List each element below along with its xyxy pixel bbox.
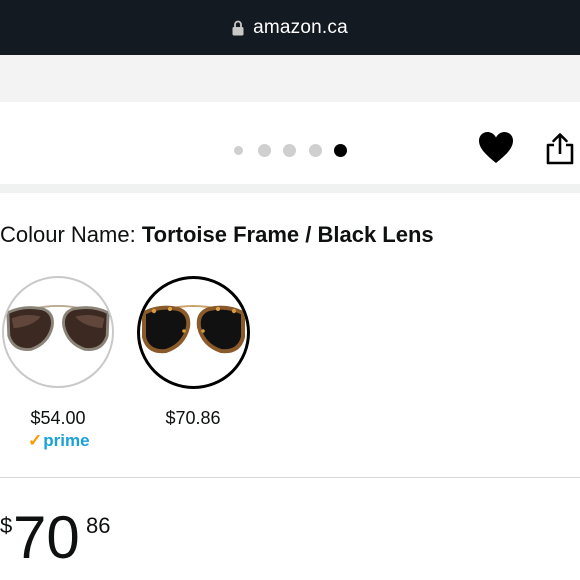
colour-value: Tortoise Frame / Black Lens <box>141 222 434 247</box>
url-text: amazon.ca <box>253 16 348 38</box>
url-display[interactable]: amazon.ca <box>0 0 580 55</box>
price-whole: 70 <box>13 504 80 571</box>
swatch-price: $70.86 <box>165 408 221 428</box>
price-fraction: 86 <box>86 513 111 538</box>
price-currency: $ <box>0 513 13 538</box>
pagination-dot-active[interactable] <box>334 144 347 157</box>
browser-address-bar[interactable]: amazon.ca <box>0 0 580 55</box>
sunglasses-tortoise-black-image <box>142 305 245 354</box>
colour-label: Colour Name: <box>0 222 142 247</box>
prime-check-icon: ✓ <box>28 431 43 450</box>
section-divider <box>0 477 580 478</box>
pagination-dot[interactable] <box>309 144 322 157</box>
sunglasses-brown-image <box>6 305 110 352</box>
prime-badge: ✓prime <box>28 431 90 451</box>
share-icon[interactable] <box>545 132 575 166</box>
colour-name-line: Colour Name: Tortoise Frame / Black Lens <box>0 222 434 248</box>
heart-icon[interactable] <box>478 131 514 165</box>
pagination-dot[interactable] <box>283 144 296 157</box>
prime-text: prime <box>43 431 90 450</box>
colour-swatch-brown[interactable] <box>2 276 114 388</box>
pagination-dot[interactable] <box>234 146 243 155</box>
colour-swatch-tortoise-black[interactable] <box>137 276 250 389</box>
swatch-price: $54.00 <box>30 408 86 428</box>
section-divider <box>0 184 580 193</box>
search-strip <box>0 55 580 102</box>
lock-icon <box>232 20 244 35</box>
pagination-dot[interactable] <box>258 144 271 157</box>
